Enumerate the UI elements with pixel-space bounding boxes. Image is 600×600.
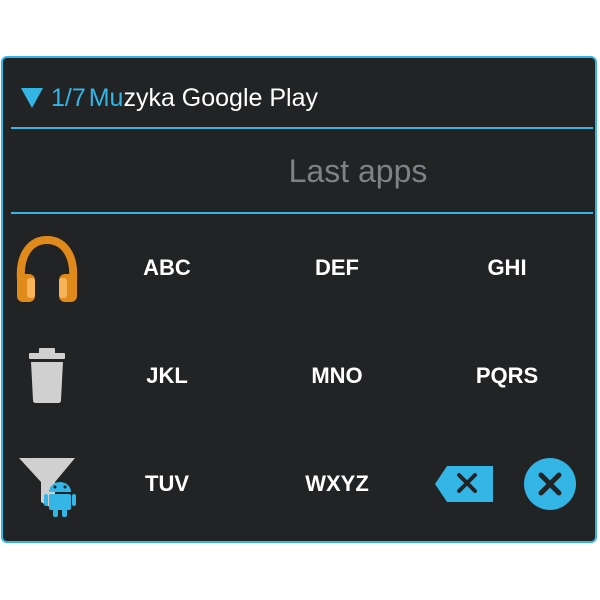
key-tuv[interactable]: TUV — [97, 454, 237, 514]
title-bar[interactable]: 1/7 Muzyka Google Play — [3, 58, 595, 128]
triangle-down-icon[interactable] — [21, 88, 43, 108]
trash-icon[interactable] — [13, 342, 81, 414]
key-pqrs[interactable]: PQRS — [437, 346, 577, 406]
key-jkl[interactable]: JKL — [97, 346, 237, 406]
app-search-dialog: 1/7 Muzyka Google Play ABC DEF GHI JKL M… — [1, 56, 597, 543]
app-name-rest: zyka Google Play — [123, 84, 318, 112]
key-def[interactable]: DEF — [267, 238, 407, 298]
key-abc[interactable]: ABC — [97, 238, 237, 298]
divider-search — [11, 212, 593, 214]
close-circle-icon[interactable] — [522, 456, 578, 512]
search-row — [3, 129, 595, 212]
filter-android-icon[interactable] — [13, 452, 81, 524]
headphones-icon[interactable] — [13, 234, 81, 306]
result-counter: 1/7 — [51, 84, 86, 112]
backspace-icon[interactable] — [433, 464, 497, 504]
key-ghi[interactable]: GHI — [437, 238, 577, 298]
app-name-match: Mu — [88, 84, 124, 112]
key-mno[interactable]: MNO — [267, 346, 407, 406]
key-wxyz[interactable]: WXYZ — [267, 454, 407, 514]
search-input[interactable] — [183, 149, 533, 193]
selected-app-title[interactable]: 1/7 Muzyka Google Play — [51, 83, 318, 113]
